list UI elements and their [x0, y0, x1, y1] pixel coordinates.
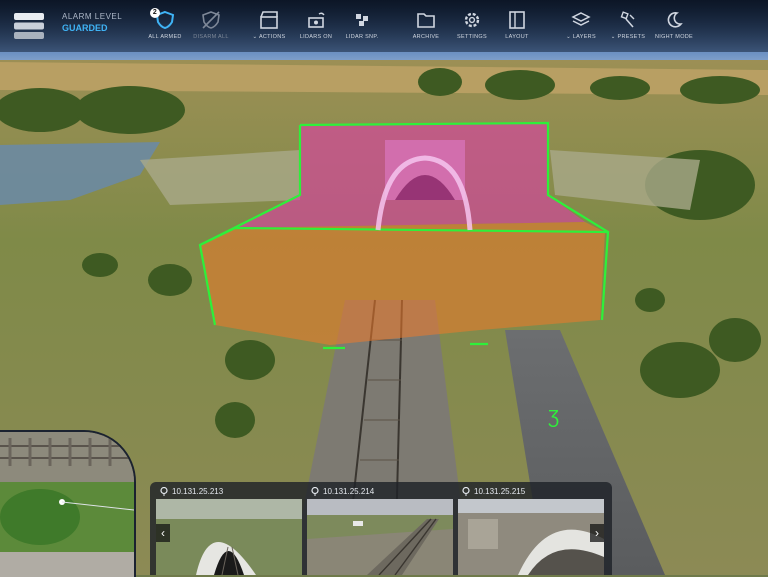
disarm-all-button[interactable]: DISARM ALL	[180, 10, 242, 40]
shield-off-icon	[202, 11, 220, 29]
detected-target-marker[interactable]: Ʒ	[548, 407, 559, 427]
night-mode-label: NIGHT MODE	[654, 34, 694, 40]
armed-count-badge: 2	[150, 8, 160, 18]
camera-strip: 10.131.25.213 10.131.25.214 10.131.25.21…	[150, 482, 612, 575]
pip-camera-view[interactable]	[0, 430, 136, 577]
camera-ip-label: 10.131.25.214	[323, 487, 375, 496]
lidars-on-label: LIDARS ON	[299, 34, 333, 40]
archive-label: ARCHIVE	[412, 34, 440, 40]
app-logo-icon[interactable]	[12, 10, 46, 42]
camera-thumbnail	[307, 499, 453, 575]
alarm-level-label: ALARM LEVEL	[62, 12, 123, 21]
camera-tile[interactable]: 10.131.25.214	[307, 485, 453, 575]
camera-ip-label: 10.131.25.213	[172, 487, 224, 496]
disarm-all-label: DISARM ALL	[193, 34, 229, 40]
lidar-snapshot-icon	[356, 14, 368, 26]
camera-ip-label: 10.131.25.215	[474, 487, 526, 496]
folder-icon	[417, 13, 435, 28]
night-mode-button[interactable]: NIGHT MODE	[643, 10, 705, 40]
gear-icon	[464, 12, 480, 28]
alarm-level: ALARM LEVEL GUARDED	[62, 12, 122, 33]
location-pin-icon	[462, 486, 470, 496]
presets-icon	[620, 11, 635, 28]
alarm-level-value: GUARDED	[62, 23, 108, 33]
camera-tile[interactable]: 10.131.25.215	[458, 485, 604, 575]
lidar-snapshot-button[interactable]: LIDAR SNP.	[331, 10, 393, 40]
layers-label: LAYERS	[572, 34, 596, 40]
camera-strip-next-button[interactable]: ›	[590, 524, 604, 542]
location-pin-icon	[160, 486, 168, 496]
lidar-snapshot-label: LIDAR SNP.	[345, 34, 379, 40]
actions-label: ACTIONS	[258, 34, 286, 40]
layout-label: LAYOUT	[505, 34, 529, 40]
clapperboard-icon	[260, 11, 278, 29]
camera-strip-prev-button[interactable]: ‹	[156, 524, 170, 542]
chevron-down-icon: ⌄	[566, 34, 573, 40]
layout-icon	[509, 11, 525, 29]
location-pin-icon	[311, 486, 319, 496]
settings-label: SETTINGS	[457, 34, 487, 40]
lidar-icon	[308, 12, 325, 28]
presets-label: PRESETS	[617, 34, 646, 40]
camera-thumbnail	[156, 499, 302, 575]
camera-thumbnail	[458, 499, 604, 575]
moon-icon	[667, 12, 683, 28]
layout-button[interactable]: LAYOUT	[486, 10, 548, 40]
top-toolbar: ALARM LEVEL GUARDED 2 ALL ARMED DISARM A…	[0, 0, 768, 52]
layers-icon	[571, 12, 591, 26]
camera-tile[interactable]: 10.131.25.213	[156, 485, 302, 575]
all-armed-label: ALL ARMED	[148, 34, 182, 40]
